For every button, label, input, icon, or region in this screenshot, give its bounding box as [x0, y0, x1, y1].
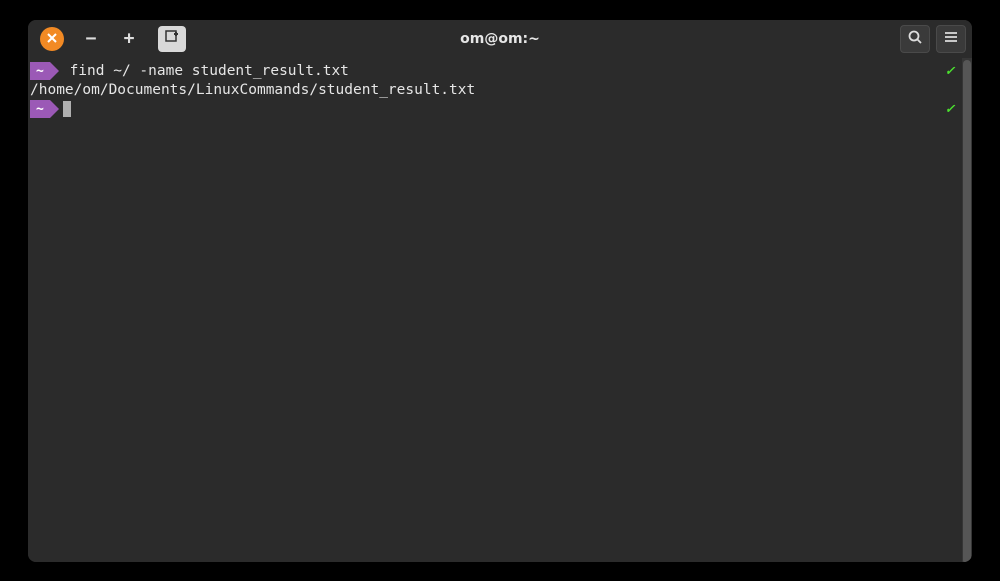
terminal-window: − + om@om:~ [28, 20, 972, 562]
maximize-button[interactable]: + [112, 25, 146, 53]
hamburger-icon [943, 29, 959, 49]
plus-icon: + [124, 28, 135, 49]
close-icon [46, 29, 58, 48]
menu-button[interactable] [936, 25, 966, 53]
search-icon [907, 29, 923, 49]
close-button[interactable] [40, 27, 64, 51]
scrollbar-track[interactable] [962, 58, 972, 562]
prompt-badge: ~ [30, 100, 59, 118]
new-tab-button[interactable] [158, 26, 186, 52]
prompt-arrow-icon [50, 100, 59, 118]
status-check-icon: ✓ [946, 100, 954, 119]
prompt-arrow-icon [50, 62, 59, 80]
titlebar-right [900, 25, 966, 53]
minimize-button[interactable]: − [74, 25, 108, 53]
minus-icon: − [86, 28, 97, 49]
terminal-body[interactable]: ~ find ~/ -name student_result.txt ✓ /ho… [28, 58, 972, 562]
terminal-line: /home/om/Documents/LinuxCommands/student… [30, 81, 970, 100]
scrollbar-thumb[interactable] [963, 60, 971, 562]
command-text: find ~/ -name student_result.txt [61, 62, 349, 81]
prompt-cwd: ~ [30, 100, 50, 118]
terminal-line: ~ find ~/ -name student_result.txt ✓ [30, 62, 970, 81]
new-tab-icon [165, 29, 179, 48]
output-text: /home/om/Documents/LinuxCommands/student… [30, 81, 475, 100]
search-button[interactable] [900, 25, 930, 53]
titlebar-left: − + [34, 25, 186, 53]
window-title: om@om:~ [460, 31, 540, 47]
titlebar: − + om@om:~ [28, 20, 972, 58]
terminal-line: ~ ✓ [30, 100, 970, 119]
prompt-badge: ~ [30, 62, 59, 80]
prompt-cwd: ~ [30, 62, 50, 80]
cursor [63, 101, 71, 117]
status-check-icon: ✓ [946, 62, 954, 81]
